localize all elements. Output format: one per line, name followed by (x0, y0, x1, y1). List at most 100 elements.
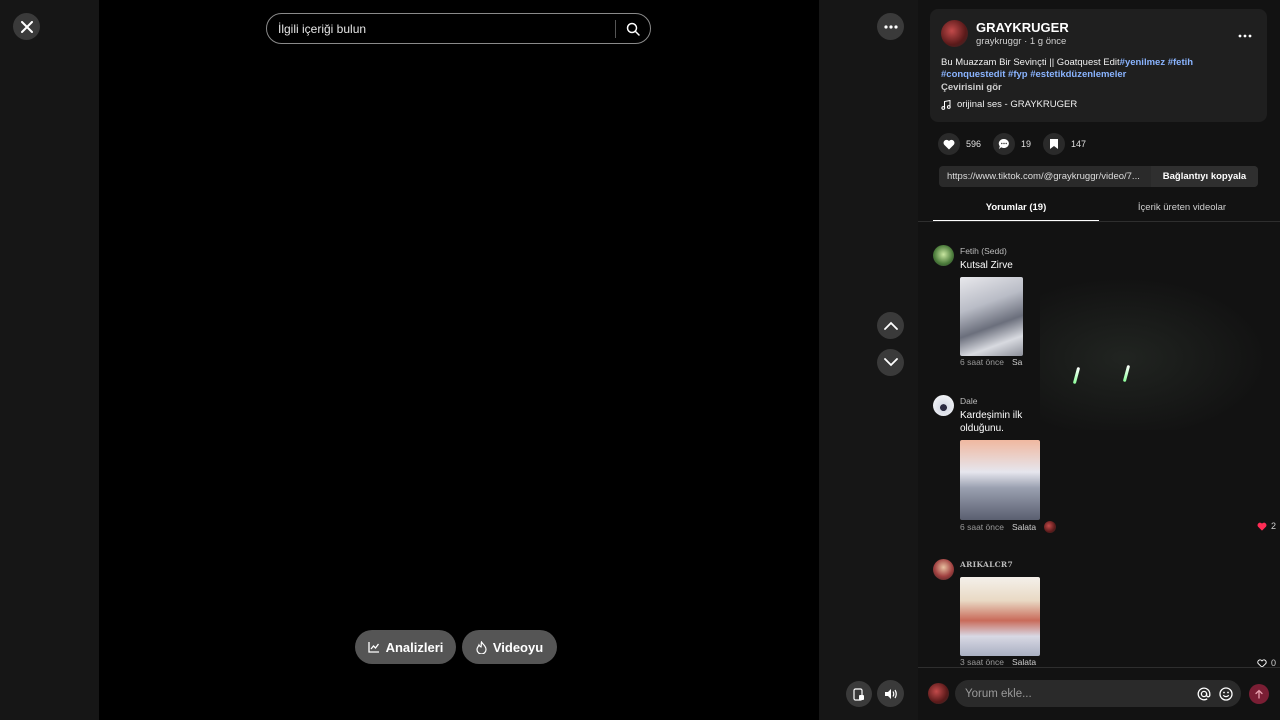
commenter-name[interactable]: Fetih (Sedd) (960, 246, 1007, 256)
promote-label: Videoyu (492, 639, 544, 655)
comment-time: 6 saat önce (960, 357, 1004, 367)
comment-like-button[interactable]: 2 (1257, 521, 1276, 531)
search-input[interactable] (267, 14, 615, 43)
copy-link-button[interactable]: Bağlantıyı kopyala (1151, 166, 1258, 187)
close-button[interactable] (13, 13, 40, 40)
chart-line-icon (367, 642, 379, 653)
details-panel: GRAYKRUGER graykruggr · 1 g önce Bu Muaz… (918, 0, 1280, 720)
reply-button[interactable]: Sa (1012, 357, 1022, 367)
comments-count: 19 (1021, 139, 1032, 149)
video-description: Bu Muazzam Bir Sevinçti || Goatquest Edi… (941, 57, 1256, 81)
author-subline: graykruggr · 1 g önce (976, 36, 1066, 47)
more-horizontal-icon (883, 24, 898, 29)
mention-button[interactable] (1193, 687, 1215, 701)
chevron-up-icon (883, 321, 898, 330)
at-sign-icon (1197, 687, 1211, 700)
close-icon (20, 20, 33, 33)
search-button[interactable] (616, 14, 650, 43)
comment-meta: 3 saat önce Salata (960, 657, 1036, 667)
picture-in-picture-button[interactable] (846, 681, 872, 707)
saves-stat: 147 (1043, 133, 1086, 155)
tabs-divider (918, 221, 1280, 222)
hashtag[interactable]: #conquestedit (941, 69, 1005, 80)
more-options-button[interactable] (877, 13, 904, 40)
creator-liked-avatar (1044, 521, 1057, 533)
commenter-avatar[interactable] (933, 559, 954, 580)
comment-sticker-image[interactable] (960, 277, 1023, 356)
video-area: Analizleri Videoyu (0, 0, 918, 720)
heart-filled-icon (1257, 522, 1267, 531)
tab-creator-videos[interactable]: İçerik üreten videolar (1099, 197, 1265, 222)
likes-stat: 596 (938, 133, 981, 155)
saves-count: 147 (1071, 139, 1087, 149)
comment-input-wrap (955, 680, 1241, 707)
post-time: 1 g önce (1029, 36, 1067, 47)
promote-video-button[interactable]: Videoyu (462, 630, 557, 664)
commenter-name[interactable]: ARIKALCR7 (960, 560, 1013, 569)
engagement-stats: 596 19 147 (938, 133, 1086, 155)
comment-item: ARIKALCR7 3 saat önce Salata 0 (933, 559, 1278, 668)
comment-sticker-image[interactable] (960, 440, 1040, 520)
more-horizontal-icon (1238, 34, 1252, 38)
reply-button[interactable]: Salata (1012, 522, 1036, 532)
hashtag[interactable]: #estetikdüzenlemeler (1030, 69, 1126, 80)
music-label: orijinal ses - GRAYKRUGER (957, 99, 1078, 110)
comment-text-line: Kardeşimin ilk (960, 410, 1023, 421)
subline-separator: · (1024, 36, 1028, 47)
comment-meta: 6 saat önce Sa (960, 357, 1022, 367)
heart-icon (943, 139, 955, 149)
arrow-up-icon (1255, 689, 1263, 699)
author-name[interactable]: GRAYKRUGER (976, 20, 1069, 35)
video-player[interactable] (99, 0, 819, 720)
commenter-avatar[interactable] (933, 395, 954, 416)
previous-video-button[interactable] (877, 312, 904, 339)
hashtag[interactable]: #yenilmez (1120, 57, 1165, 68)
analytics-label: Analizleri (385, 639, 444, 655)
video-info-card: GRAYKRUGER graykruggr · 1 g önce Bu Muaz… (930, 9, 1267, 122)
author-handle[interactable]: graykruggr (976, 36, 1021, 47)
music-note-icon (941, 99, 951, 110)
video-url[interactable]: https://www.tiktok.com/@graykruggr/video… (939, 171, 1151, 182)
comment-time: 3 saat önce (960, 657, 1004, 667)
reply-button[interactable]: Salata (1012, 657, 1036, 667)
send-comment-button[interactable] (1249, 684, 1269, 704)
comment-item: Fetih (Sedd) Kutsal Zirve 6 saat önce Sa (933, 245, 1278, 375)
chevron-down-icon (883, 358, 898, 367)
comment-bubble-icon (998, 138, 1009, 149)
comments-stat: 19 (993, 133, 1031, 155)
volume-icon (884, 688, 897, 699)
comment-item: Dale Kardeşimin ilk olduğunu. 6 saat önc… (933, 395, 1278, 535)
emoji-icon (1219, 686, 1233, 701)
author-more-button[interactable] (1238, 25, 1252, 43)
likes-count: 596 (966, 139, 982, 149)
current-user-avatar (928, 683, 949, 704)
analytics-button[interactable]: Analizleri (355, 630, 456, 664)
commenter-name[interactable]: Dale (960, 396, 977, 406)
hashtag[interactable]: #fyp (1008, 69, 1028, 80)
commenter-avatar[interactable] (933, 245, 954, 266)
search-bar (266, 13, 651, 44)
volume-button[interactable] (877, 680, 904, 707)
floating-player-icon (853, 687, 864, 701)
comment-button[interactable] (993, 133, 1016, 155)
tab-comments[interactable]: Yorumlar (19) (933, 197, 1099, 222)
hashtag[interactable]: #fetih (1168, 57, 1193, 68)
comment-text: Kardeşimin ilk olduğunu. (960, 409, 1022, 435)
search-icon (626, 22, 640, 36)
music-link[interactable]: orijinal ses - GRAYKRUGER (941, 99, 1077, 110)
comment-composer (918, 667, 1280, 720)
save-button[interactable] (1043, 133, 1066, 155)
see-translation-link[interactable]: Çevirisini gör (941, 82, 1002, 93)
next-video-button[interactable] (877, 349, 904, 376)
panel-tabs: Yorumlar (19) İçerik üreten videolar (933, 197, 1265, 222)
comment-sticker-image[interactable] (960, 577, 1040, 656)
comment-text: Kutsal Zirve (960, 260, 1013, 271)
tiktok-video-viewer: Analizleri Videoyu GRAYKRUGER graykruggr… (0, 0, 1280, 720)
share-link-row: https://www.tiktok.com/@graykruggr/video… (939, 166, 1258, 187)
author-avatar[interactable] (941, 20, 968, 47)
emoji-button[interactable] (1215, 686, 1237, 701)
flame-icon (476, 640, 487, 654)
bookmark-icon (1050, 139, 1059, 149)
like-button[interactable] (938, 133, 960, 155)
comment-input[interactable] (955, 687, 1193, 700)
